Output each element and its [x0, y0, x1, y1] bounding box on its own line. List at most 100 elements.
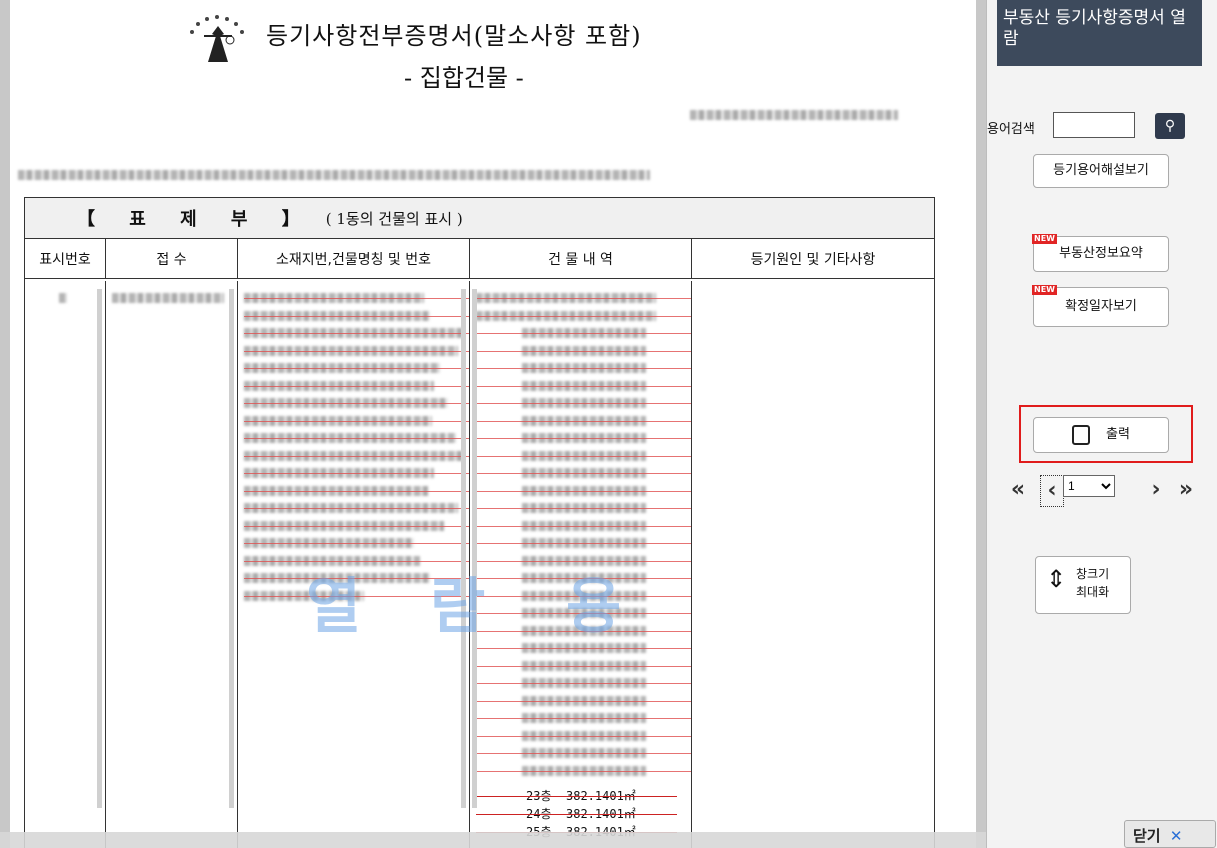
print-button[interactable]: 출력: [1033, 417, 1169, 453]
panel-header: 부동산 등기사항증명서 열람: [997, 0, 1202, 66]
struck-building-line: [476, 727, 691, 745]
redacted-text: [244, 345, 458, 356]
side-panel: 부동산 등기사항증명서 열람 용어검색 ⚲ 등기용어해설보기 NEW 부동산정보…: [986, 0, 1217, 848]
struck-building-line: [476, 412, 691, 430]
redacted-text: [522, 485, 646, 496]
redacted-line: [244, 342, 469, 360]
redacted-text: [522, 503, 646, 513]
redacted-text: [522, 730, 646, 741]
redacted-text: [522, 433, 646, 443]
redacted-text: [244, 538, 414, 548]
cell-scrollbar: [472, 289, 477, 808]
redacted-text: [522, 765, 646, 776]
redacted-text: [244, 328, 464, 338]
struck-building-line: [476, 534, 691, 552]
struck-building-line: [476, 517, 691, 535]
search-icon: ⚲: [1164, 118, 1176, 134]
struck-building-line: [476, 289, 691, 307]
printer-icon: [1072, 424, 1091, 445]
maximize-label-line2: 최대화: [1076, 585, 1110, 599]
redacted-line: [244, 499, 469, 517]
cell-scrollbar: [97, 289, 102, 808]
notice-line-redacted: [18, 170, 650, 180]
property-summary-label: 부동산정보요약: [1059, 246, 1143, 261]
redacted-line: [244, 307, 469, 325]
floor-area: 382.1401㎡: [566, 807, 636, 821]
struck-building-line: [476, 447, 691, 465]
watermark-char: 람: [430, 572, 486, 642]
floor-row: 23층 382.1401㎡: [470, 786, 691, 804]
struck-building-line: [476, 744, 691, 762]
redacted-text: [244, 433, 456, 443]
redacted-text: [59, 293, 67, 303]
confirmed-date-label: 확정일자보기: [1065, 299, 1137, 314]
col-header-cause: 등기원인 및 기타사항: [750, 251, 876, 268]
struck-building-line: [476, 377, 691, 395]
first-page-icon[interactable]: «: [1006, 475, 1030, 507]
redacted-line: [244, 359, 469, 377]
close-icon: ✕: [1169, 827, 1183, 845]
redacted-text: [244, 398, 448, 408]
struck-building-line: [476, 499, 691, 517]
struck-building-line: [476, 709, 691, 727]
struck-building-line: [476, 429, 691, 447]
redacted-line: [244, 482, 469, 500]
section-subtitle: ( 1동의 건물의 표시 ): [325, 209, 463, 228]
struck-building-line: [476, 657, 691, 675]
redacted-text: [244, 363, 440, 373]
maximize-window-button[interactable]: ⇕ 창크기 최대화: [1035, 556, 1131, 614]
struck-building-line: [476, 394, 691, 412]
prev-page-icon[interactable]: ‹: [1040, 475, 1064, 507]
print-label: 출력: [1106, 427, 1130, 442]
issue-number-redacted: [690, 110, 898, 120]
col-header-building: 건 물 내 역: [470, 239, 692, 278]
redacted-text: [522, 363, 646, 373]
maximize-label-line1: 창크기: [1076, 567, 1110, 581]
redacted-line: [244, 394, 469, 412]
redacted-text: [244, 520, 444, 531]
redacted-text: [476, 293, 656, 303]
watermark-char: 열: [306, 572, 362, 642]
last-page-icon[interactable]: »: [1174, 475, 1198, 507]
next-page-icon[interactable]: ›: [1144, 475, 1168, 507]
floor-row: 24층 382.1401㎡: [470, 804, 691, 822]
close-button[interactable]: 닫기 ✕: [1124, 820, 1216, 848]
redacted-text: [244, 310, 430, 321]
floor-label: 24층: [526, 807, 552, 821]
close-label: 닫기: [1133, 827, 1161, 845]
glossary-button[interactable]: 등기용어해설보기: [1033, 154, 1169, 188]
struck-building-line: [476, 324, 691, 342]
redacted-line: [244, 324, 469, 342]
redacted-text: [522, 345, 646, 356]
redacted-text: [522, 695, 646, 706]
redacted-line: [244, 412, 469, 430]
page-select[interactable]: 1: [1063, 475, 1115, 497]
property-summary-button[interactable]: NEW 부동산정보요약: [1032, 234, 1169, 272]
document-title: 등기사항전부증명서(말소사항 포함): [266, 22, 642, 50]
horizontal-scrollbar[interactable]: [0, 832, 986, 848]
redacted-line: [244, 429, 469, 447]
redacted-text: [476, 310, 656, 321]
search-input[interactable]: [1053, 112, 1135, 138]
redacted-text: [522, 380, 646, 391]
column-headers: 표시번호 접 수 소재지번,건물명칭 및 번호 건 물 내 역 등기원인 및 기…: [25, 239, 934, 279]
struck-building-line: [476, 359, 691, 377]
redacted-text: [244, 468, 434, 478]
redacted-text: [244, 485, 428, 496]
resize-vertical-icon: ⇕: [1046, 565, 1067, 593]
redacted-text: [522, 660, 646, 671]
struck-building-lines: [470, 281, 691, 779]
redacted-text: [244, 503, 458, 513]
redacted-text: [522, 398, 646, 408]
floor-area: 382.1401㎡: [566, 789, 636, 803]
search-button[interactable]: ⚲: [1155, 113, 1185, 139]
redacted-line: [244, 534, 469, 552]
redacted-line: [244, 377, 469, 395]
new-badge: NEW: [1032, 234, 1057, 244]
court-seal-icon: [190, 15, 244, 62]
confirmed-date-button[interactable]: NEW 확정일자보기: [1032, 285, 1169, 327]
section-title: 【 표 제 부 】: [77, 209, 314, 230]
floor-label: 23층: [526, 789, 552, 803]
redacted-text: [244, 293, 424, 303]
watermark-char: 용: [566, 572, 622, 642]
